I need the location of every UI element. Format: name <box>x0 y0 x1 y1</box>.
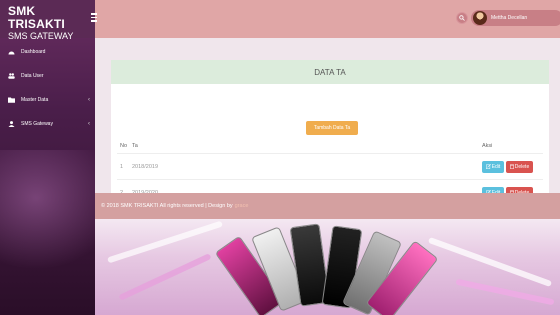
delete-button[interactable]: Delete <box>506 160 533 173</box>
table-header: No Ta Aksi <box>117 138 543 154</box>
folder-icon <box>8 97 15 103</box>
data-ta-card: DATA TA Tambah Data Ta No Ta Aksi 1 2018… <box>111 60 549 210</box>
chevron-left-icon: ‹ <box>88 97 90 103</box>
sidebar-item-master-data[interactable]: Master Data ‹ <box>0 88 95 112</box>
user-name: Mettha Decellan <box>491 15 528 21</box>
user-icon <box>8 121 15 127</box>
top-navbar: Mettha Decellan <box>95 0 560 38</box>
row-actions: Edit Delete <box>482 160 543 173</box>
dashboard-icon <box>8 49 15 55</box>
add-ta-button[interactable]: Tambah Data Ta <box>306 121 358 135</box>
sidebar-item-data-user[interactable]: Data User <box>0 64 95 88</box>
footer-text: © 2018 SMK TRISAKTI All rights reserved … <box>101 203 233 209</box>
sidebar: SMK TRISAKTI SMS GATEWAY Dashboard Data … <box>0 0 95 315</box>
footer-credit-link[interactable]: grace <box>235 203 249 209</box>
search-icon[interactable] <box>456 12 468 24</box>
column-header-no: No <box>120 142 128 149</box>
users-icon <box>8 73 15 79</box>
edit-button[interactable]: Edit <box>482 160 504 173</box>
avatar <box>473 11 487 25</box>
delete-label: Delete <box>514 163 530 170</box>
sidebar-item-label: Dashboard <box>21 49 46 55</box>
brand-logo[interactable]: SMK TRISAKTI SMS GATEWAY <box>0 0 95 41</box>
card-title: DATA TA <box>111 60 549 84</box>
sidebar-item-sms-gateway[interactable]: SMS Gateway ‹ <box>0 112 95 136</box>
trash-icon <box>509 164 514 169</box>
chevron-left-icon: ‹ <box>88 121 90 127</box>
row-ta-value: 2018/2019 <box>132 163 158 170</box>
column-header-aksi: Aksi <box>482 142 493 149</box>
sidebar-item-label: SMS Gateway <box>21 121 53 127</box>
sidebar-item-dashboard[interactable]: Dashboard <box>0 40 95 64</box>
sidebar-item-label: Master Data <box>21 97 49 103</box>
edit-label: Edit <box>491 163 501 170</box>
background-decoration <box>95 219 560 315</box>
menu-toggle-icon[interactable] <box>91 13 100 22</box>
sidebar-menu: Dashboard Data User Master Data ‹ SMS Ga… <box>0 40 95 136</box>
column-header-ta: Ta <box>132 142 138 149</box>
sidebar-item-label: Data User <box>21 73 44 79</box>
table-row: 1 2018/2019 Edit Delete <box>117 154 543 180</box>
user-menu[interactable]: Mettha Decellan <box>471 10 560 26</box>
brand-title: SMK TRISAKTI <box>8 4 65 31</box>
main-content: DATA TA Tambah Data Ta No Ta Aksi 1 2018… <box>95 38 560 210</box>
footer: © 2018 SMK TRISAKTI All rights reserved … <box>95 193 560 219</box>
edit-icon <box>485 164 491 169</box>
row-number: 1 <box>120 163 124 170</box>
